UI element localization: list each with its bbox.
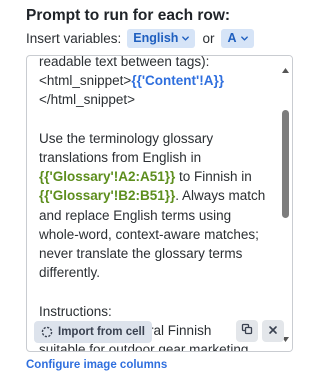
variable-chip-label: English bbox=[133, 31, 179, 45]
variable-chip-a[interactable]: A bbox=[221, 28, 254, 48]
prompt-line: Use the terminology glossary bbox=[39, 130, 214, 146]
prompt-line: {{'Glossary'!B2:B51}}. Always match bbox=[39, 186, 277, 205]
import-from-cell-button[interactable]: Import from cell bbox=[34, 321, 152, 343]
prompt-text: readable text between tags): <html_snipp… bbox=[39, 55, 277, 351]
import-from-cell-label: Import from cell bbox=[58, 326, 145, 338]
variable-chip-label: A bbox=[227, 31, 237, 45]
prompt-line: differently. bbox=[39, 265, 101, 281]
prompt-line: whole-word, context-aware matches; bbox=[39, 226, 259, 242]
prompt-panel: Prompt to run for each row: Insert varia… bbox=[0, 0, 320, 383]
prompt-line: <html_snippet>{{'Content'!A}} bbox=[39, 71, 277, 90]
import-circle-icon bbox=[41, 326, 53, 338]
prompt-text-segment: <html_snippet> bbox=[39, 73, 132, 89]
variable-token: {{'Glossary'!A2:A51}} bbox=[39, 169, 176, 185]
variable-token: {{'Glossary'!B2:B51}} bbox=[39, 188, 176, 204]
prompt-line: translations from English in bbox=[39, 150, 202, 165]
prompt-line: {{'Glossary'!A2:A51}} to Finnish in bbox=[39, 167, 277, 186]
variable-chip-english[interactable]: English bbox=[127, 28, 196, 48]
copy-button[interactable] bbox=[236, 320, 258, 342]
prompt-line: readable text between tags): bbox=[39, 55, 210, 69]
chevron-down-icon bbox=[181, 34, 190, 43]
prompt-line: </html_snippet> bbox=[39, 92, 136, 108]
configure-image-columns-link[interactable]: Configure image columns bbox=[26, 359, 167, 371]
scrollbar-thumb[interactable] bbox=[282, 110, 289, 218]
chevron-down-icon bbox=[240, 34, 249, 43]
prompt-text-segment: . Always match bbox=[175, 188, 266, 204]
or-label: or bbox=[202, 30, 215, 46]
copy-icon bbox=[241, 322, 253, 340]
insert-variables-row: Insert variables: English or A bbox=[26, 28, 254, 48]
vertical-scrollbar[interactable] bbox=[279, 56, 292, 351]
insert-variables-label: Insert variables: bbox=[26, 30, 122, 46]
prompt-line: Instructions: bbox=[39, 303, 112, 319]
scroll-up-arrow-icon[interactable] bbox=[282, 60, 289, 78]
prompt-text-segment: to Finnish in bbox=[175, 169, 252, 185]
close-icon bbox=[268, 322, 278, 340]
prompt-line: never translate the glossary terms bbox=[39, 246, 243, 262]
prompt-textarea[interactable]: readable text between tags): <html_snipp… bbox=[26, 55, 293, 352]
close-button[interactable] bbox=[262, 320, 284, 342]
section-title: Prompt to run for each row: bbox=[26, 7, 231, 24]
prompt-line: and replace English terms using bbox=[39, 207, 232, 223]
variable-token: {{'Content'!A}} bbox=[131, 73, 224, 89]
